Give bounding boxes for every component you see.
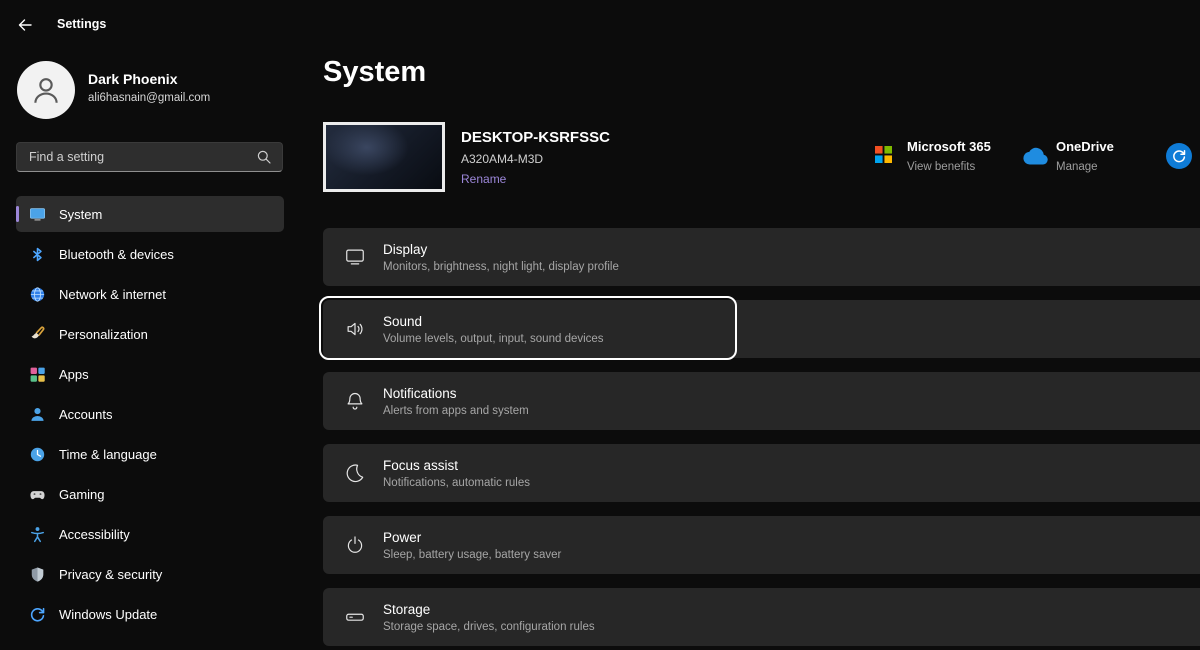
sidebar-item-time-language[interactable]: Time & language	[16, 436, 284, 472]
onedrive-icon	[1019, 147, 1049, 167]
selected-accent-pill	[16, 206, 19, 222]
device-thumbnail	[323, 122, 445, 192]
settings-row-focus-assist[interactable]: Focus assist Notifications, automatic ru…	[323, 444, 1200, 502]
settings-row-subtitle: Sleep, battery usage, battery saver	[383, 548, 562, 561]
settings-row-title: Power	[383, 529, 422, 545]
notifications-icon	[344, 390, 366, 412]
sidebar-item-label: Bluetooth & devices	[59, 246, 174, 262]
search-box[interactable]	[16, 142, 283, 172]
apps-icon	[29, 366, 46, 383]
user-email: ali6hasnain@gmail.com	[88, 92, 211, 104]
sidebar-item-privacy-security[interactable]: Privacy & security	[16, 556, 284, 592]
sync-button[interactable]	[1166, 143, 1192, 169]
settings-row-power[interactable]: Power Sleep, battery usage, battery save…	[323, 516, 1200, 574]
system-icon	[29, 206, 46, 223]
time-language-icon	[29, 446, 46, 463]
settings-row-sound[interactable]: Sound Volume levels, output, input, soun…	[323, 300, 1200, 358]
sync-icon	[1171, 148, 1187, 164]
power-icon	[344, 534, 366, 556]
sidebar-item-accounts[interactable]: Accounts	[16, 396, 284, 432]
sidebar-item-label: Time & language	[59, 446, 157, 462]
settings-row-title: Storage	[383, 601, 431, 617]
sidebar-item-label: Accessibility	[59, 526, 130, 542]
personalization-icon	[29, 326, 46, 343]
sidebar-nav: System Bluetooth & devices Network & int…	[16, 196, 284, 636]
settings-row-title: Notifications	[383, 385, 457, 401]
display-icon	[344, 246, 366, 268]
storage-icon	[344, 606, 366, 628]
sidebar-item-network-internet[interactable]: Network & internet	[16, 276, 284, 312]
settings-row-subtitle: Volume levels, output, input, sound devi…	[383, 332, 604, 345]
settings-row-subtitle: Notifications, automatic rules	[383, 476, 531, 489]
device-name: DESKTOP-KSRFSSC	[461, 129, 610, 146]
sound-icon	[344, 318, 366, 340]
sidebar-item-system[interactable]: System	[16, 196, 284, 232]
settings-row-notifications[interactable]: Notifications Alerts from apps and syste…	[323, 372, 1200, 430]
settings-row-subtitle: Alerts from apps and system	[383, 404, 529, 417]
privacy-security-icon	[29, 566, 46, 583]
focus-assist-icon	[344, 462, 366, 484]
onedrive-manage-link[interactable]: Manage	[1056, 161, 1098, 173]
back-button[interactable]	[14, 14, 36, 36]
settings-row-title: Focus assist	[383, 457, 459, 473]
sidebar-item-label: Gaming	[59, 486, 105, 502]
bluetooth-icon	[29, 246, 46, 263]
sidebar-item-label: Network & internet	[59, 286, 166, 302]
sidebar-item-label: Personalization	[59, 326, 148, 342]
sidebar-item-windows-update[interactable]: Windows Update	[16, 596, 284, 632]
sidebar-item-label: Windows Update	[59, 606, 158, 622]
search-icon	[256, 149, 272, 165]
person-icon	[29, 73, 63, 107]
onedrive-title: OneDrive	[1056, 139, 1114, 154]
user-name: Dark Phoenix	[88, 71, 178, 87]
sidebar-item-label: Accounts	[59, 406, 113, 422]
sidebar-item-bluetooth-devices[interactable]: Bluetooth & devices	[16, 236, 284, 272]
windows-update-icon	[29, 606, 46, 623]
sidebar-item-label: Apps	[59, 366, 89, 382]
back-arrow-icon	[16, 16, 34, 34]
sidebar-item-gaming[interactable]: Gaming	[16, 476, 284, 512]
settings-row-title: Sound	[383, 313, 423, 329]
network-icon	[29, 286, 46, 303]
settings-row-subtitle: Monitors, brightness, night light, displ…	[383, 260, 619, 273]
settings-row-subtitle: Storage space, drives, configuration rul…	[383, 620, 595, 633]
sidebar-item-apps[interactable]: Apps	[16, 356, 284, 392]
settings-row-storage[interactable]: Storage Storage space, drives, configura…	[323, 588, 1200, 646]
accessibility-icon	[29, 526, 46, 543]
avatar[interactable]	[17, 61, 75, 119]
sidebar-item-personalization[interactable]: Personalization	[16, 316, 284, 352]
app-title: Settings	[57, 17, 107, 31]
sidebar-item-label: Privacy & security	[59, 566, 163, 582]
gaming-icon	[29, 486, 46, 503]
view-benefits-link[interactable]: View benefits	[907, 161, 975, 173]
sidebar-item-label: System	[59, 206, 103, 222]
page-title: System	[323, 56, 427, 88]
device-model: A320AM4-M3D	[461, 152, 544, 166]
accounts-icon	[29, 406, 46, 423]
rename-link[interactable]: Rename	[461, 172, 506, 186]
sidebar-item-accessibility[interactable]: Accessibility	[16, 516, 284, 552]
microsoft-365-title: Microsoft 365	[907, 139, 991, 154]
microsoft-365-icon	[875, 146, 892, 163]
settings-row-display[interactable]: Display Monitors, brightness, night ligh…	[323, 228, 1200, 286]
settings-row-title: Display	[383, 241, 428, 257]
search-input[interactable]	[17, 150, 256, 164]
